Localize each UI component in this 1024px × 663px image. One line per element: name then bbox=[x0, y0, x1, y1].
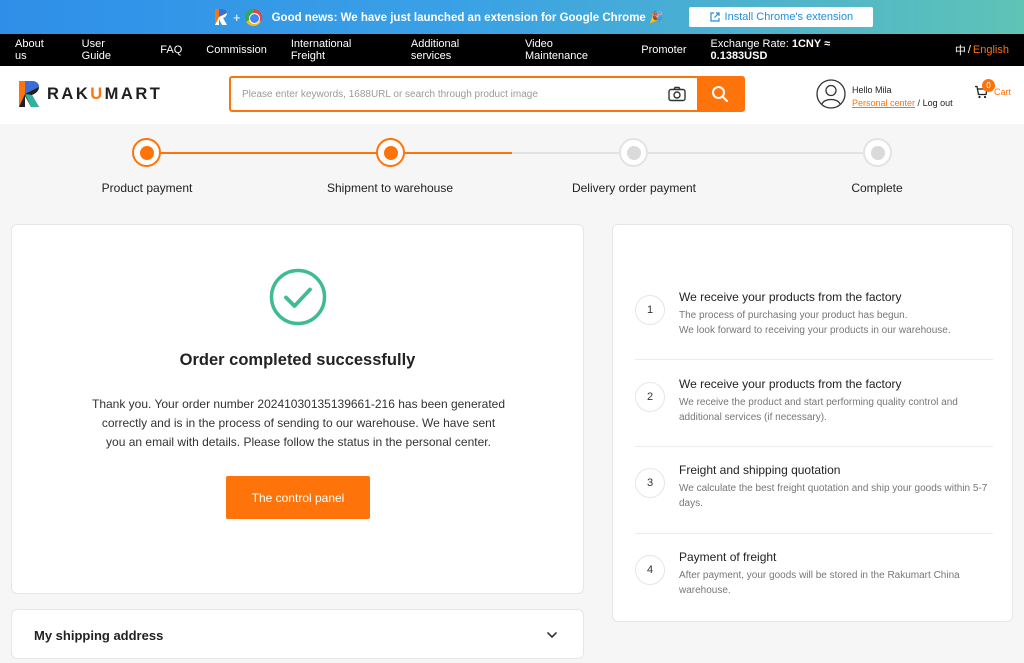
chevron-down-icon[interactable] bbox=[546, 629, 558, 641]
nav-video-maintenance[interactable]: Video Maintenance bbox=[525, 38, 617, 62]
order-success-card: Order completed successfully Thank you. … bbox=[11, 224, 584, 594]
step-complete-marker bbox=[863, 138, 892, 167]
info-step-number: 3 bbox=[635, 468, 665, 498]
info-step-title: Freight and shipping quotation bbox=[679, 463, 841, 477]
step-delivery-payment-marker bbox=[619, 138, 648, 167]
info-step-number: 2 bbox=[635, 382, 665, 412]
info-step-desc: After payment, your goods will be stored… bbox=[679, 570, 960, 596]
promo-logos: + bbox=[213, 8, 262, 26]
success-check-icon bbox=[269, 268, 327, 326]
control-panel-button[interactable]: The control panel bbox=[226, 476, 370, 519]
info-step-title: We receive your products from the factor… bbox=[679, 290, 902, 304]
personal-center-link[interactable]: Personal center bbox=[852, 98, 915, 108]
logout-link[interactable]: Log out bbox=[923, 98, 953, 108]
shipping-address-title: My shipping address bbox=[34, 628, 164, 643]
success-title: Order completed successfully bbox=[179, 351, 416, 369]
lang-separator: / bbox=[967, 44, 971, 56]
logo-text: RAKUMART bbox=[47, 84, 163, 103]
user-info: Hello Mila Personal center / Log out bbox=[852, 84, 953, 110]
nav-promoter[interactable]: Promoter bbox=[641, 44, 686, 56]
search-icon bbox=[712, 86, 729, 103]
nav-international-freight[interactable]: International Freight bbox=[291, 38, 387, 62]
install-extension-button[interactable]: Install Chrome's extension bbox=[689, 7, 874, 27]
nav-user-guide[interactable]: User Guide bbox=[82, 38, 137, 62]
step-shipment-marker bbox=[376, 138, 405, 167]
info-step-desc: We calculate the best freight quotation … bbox=[679, 483, 988, 509]
info-step-title: Payment of freight bbox=[679, 550, 777, 564]
step-shipment-label: Shipment to warehouse bbox=[326, 181, 454, 195]
shipping-address-accordion[interactable]: My shipping address bbox=[11, 609, 584, 659]
order-progress-steps: Product payment Shipment to warehouse De… bbox=[0, 124, 1024, 214]
step-complete-label: Complete bbox=[851, 181, 903, 195]
install-extension-label: Install Chrome's extension bbox=[724, 11, 854, 23]
top-nav: About us User Guide FAQ Commission Inter… bbox=[0, 34, 1024, 66]
nav-additional-services[interactable]: Additional services bbox=[411, 38, 501, 62]
external-link-icon bbox=[709, 12, 720, 22]
chrome-icon bbox=[244, 8, 262, 26]
nav-faq[interactable]: FAQ bbox=[160, 44, 182, 56]
user-greeting: Hello Mila bbox=[852, 85, 892, 95]
promo-banner: + Good news: We have just launched an ex… bbox=[0, 0, 1024, 34]
rakumart-logo-icon bbox=[215, 9, 227, 25]
step-product-payment-label: Product payment bbox=[101, 181, 193, 195]
search-bar bbox=[229, 76, 745, 112]
logo-mark-icon bbox=[19, 81, 39, 107]
header: RAKUMART Hello Mila Personal center / Lo… bbox=[0, 66, 1024, 124]
search-input[interactable] bbox=[231, 78, 657, 110]
step-line-1 bbox=[161, 152, 377, 154]
user-separator: / bbox=[915, 98, 923, 108]
search-button[interactable] bbox=[697, 78, 743, 110]
promo-text: Good news: We have just launched an exte… bbox=[271, 12, 664, 24]
step-line-4 bbox=[648, 152, 864, 154]
divider bbox=[635, 359, 993, 360]
camera-icon bbox=[668, 86, 686, 102]
cart-count-badge: 0 bbox=[982, 79, 995, 92]
nav-about-us[interactable]: About us bbox=[15, 38, 58, 62]
exchange-rate: Exchange Rate: 1CNY ≈ 0.1383USD bbox=[710, 38, 831, 62]
lang-english[interactable]: English bbox=[973, 44, 1009, 56]
user-avatar-icon[interactable] bbox=[816, 79, 846, 109]
image-search-button[interactable] bbox=[657, 78, 697, 110]
divider bbox=[635, 446, 993, 447]
cart-label: Cart bbox=[994, 87, 1012, 97]
nav-commission[interactable]: Commission bbox=[206, 44, 267, 56]
step-line-2 bbox=[405, 152, 512, 154]
rakumart-logo[interactable]: RAKUMART bbox=[17, 79, 162, 109]
next-steps-card: 1 We receive your products from the fact… bbox=[612, 224, 1013, 622]
info-step-number: 4 bbox=[635, 555, 665, 585]
cart-button[interactable]: 0 Cart bbox=[974, 79, 1012, 99]
info-step-desc: The process of purchasing your product h… bbox=[679, 310, 951, 336]
info-step-desc: We receive the product and start perform… bbox=[679, 397, 958, 423]
info-step-title: We receive your products from the factor… bbox=[679, 377, 902, 391]
info-step-number: 1 bbox=[635, 295, 665, 325]
lang-chinese[interactable]: 中 bbox=[955, 42, 966, 58]
step-product-payment-marker bbox=[132, 138, 161, 167]
divider bbox=[635, 533, 993, 534]
plus-icon: + bbox=[233, 9, 241, 25]
step-delivery-payment-label: Delivery order payment bbox=[571, 181, 697, 195]
success-message: Thank you. Your order number 20241030135… bbox=[92, 397, 505, 449]
step-line-3 bbox=[512, 152, 620, 154]
party-emoji-icon: 🎉 bbox=[649, 12, 664, 24]
